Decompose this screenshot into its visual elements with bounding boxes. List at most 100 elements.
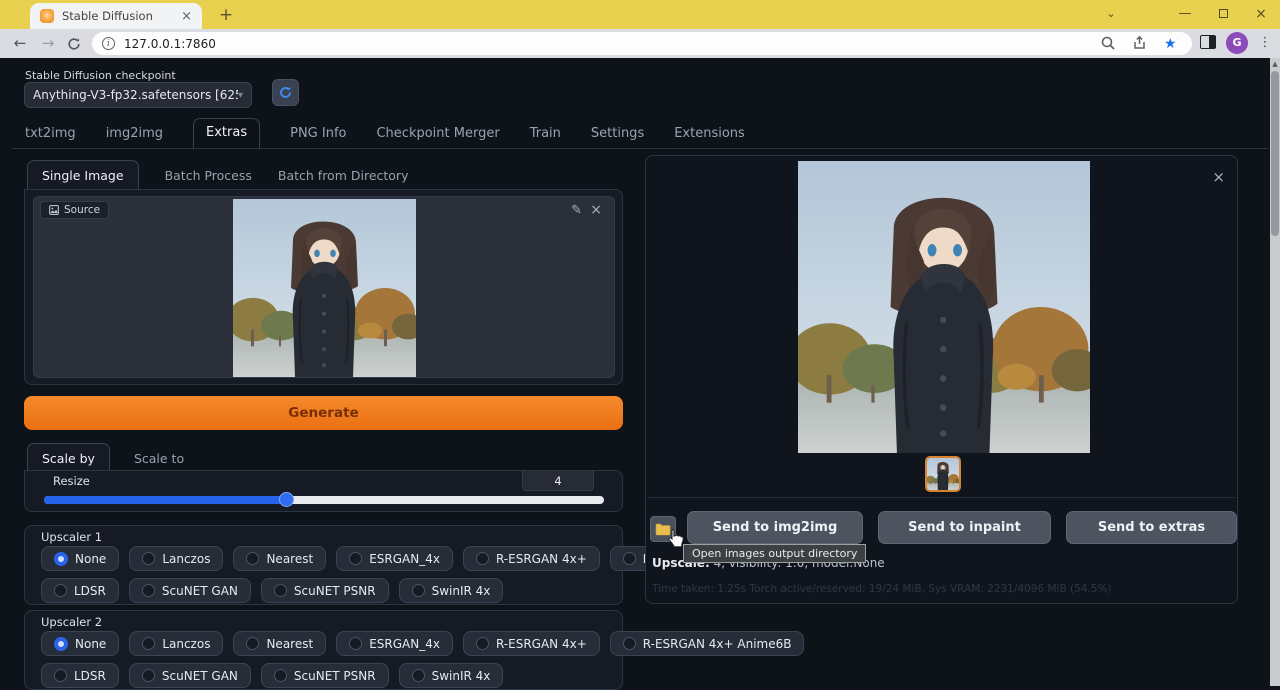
tab-close-icon[interactable]: × [179, 10, 194, 23]
radio-dot-icon [54, 637, 68, 651]
upscaler-1-options-row-2: LDSR ScuNET GAN ScuNET PSNR SwinIR 4x [41, 578, 503, 603]
radio-dot-icon [476, 637, 489, 650]
tooltip: Open images output directory [683, 544, 866, 563]
page-scrollbar[interactable]: ▲ [1270, 58, 1280, 686]
radio-dot-icon [142, 669, 155, 682]
window-menu-icon[interactable]: ⌄ [1098, 4, 1124, 24]
scale-by-panel: Resize 4 [24, 470, 623, 512]
send-to-inpaint-button[interactable]: Send to inpaint [878, 511, 1051, 544]
radio-swinir-4x[interactable]: SwinIR 4x [399, 578, 504, 603]
window-close-button[interactable]: × [1248, 4, 1274, 24]
radio-dot-icon [246, 637, 259, 650]
browser-tab[interactable]: Stable Diffusion × [30, 3, 202, 29]
radio-ldsr[interactable]: LDSR [41, 578, 119, 603]
radio-dot-icon [274, 584, 287, 597]
reload-icon[interactable] [62, 32, 86, 56]
radio-dot-icon [54, 584, 67, 597]
radio-scunet-gan[interactable]: ScuNET GAN [129, 663, 251, 688]
radio-dot-icon [54, 669, 67, 682]
radio-scunet-psnr[interactable]: ScuNET PSNR [261, 578, 389, 603]
resize-slider[interactable] [44, 496, 604, 504]
radio-dot-icon [142, 552, 155, 565]
bookmark-star-icon[interactable]: ★ [1164, 35, 1182, 53]
source-image [233, 199, 416, 377]
radio-ldsr[interactable]: LDSR [41, 663, 119, 688]
source-image-dropzone[interactable]: Source ✎ × [33, 196, 615, 378]
radio-esrgan-4x[interactable]: ESRGAN_4x [336, 631, 453, 656]
scroll-up-arrow-icon[interactable]: ▲ [1270, 58, 1280, 70]
radio-r-esrgan-4x[interactable]: R-ESRGAN 4x+ [463, 546, 600, 571]
scrollbar-thumb[interactable] [1271, 71, 1279, 236]
generate-button[interactable]: Generate [24, 396, 623, 430]
upscaler-2-panel: Upscaler 2 None Lanczos Nearest ESRGAN_4… [24, 610, 623, 690]
radio-nearest[interactable]: Nearest [233, 546, 326, 571]
edit-image-icon[interactable]: ✎ [571, 203, 582, 218]
clear-image-icon[interactable]: × [590, 202, 602, 218]
refresh-checkpoints-button[interactable] [272, 79, 299, 106]
main-tab-bar: txt2img img2img Extras PNG Info Checkpoi… [25, 120, 745, 149]
address-bar[interactable]: i 127.0.0.1:7860 ★ [92, 32, 1192, 55]
radio-dot-icon [476, 552, 489, 565]
upscaler-2-options-row-1: None Lanczos Nearest ESRGAN_4x R-ESRGAN … [41, 631, 804, 656]
radio-nearest[interactable]: Nearest [233, 631, 326, 656]
back-icon[interactable]: ← [8, 32, 32, 56]
radio-scunet-psnr[interactable]: ScuNET PSNR [261, 663, 389, 688]
window-maximize-button[interactable] [1210, 4, 1236, 24]
radio-none[interactable]: None [41, 546, 119, 571]
upscaler-2-options-row-2: LDSR ScuNET GAN ScuNET PSNR SwinIR 4x [41, 663, 503, 688]
result-image[interactable] [798, 161, 1090, 453]
radio-r-esrgan-4x[interactable]: R-ESRGAN 4x+ [463, 631, 600, 656]
url-text[interactable]: 127.0.0.1:7860 [124, 37, 1086, 51]
tab-checkpoint-merger[interactable]: Checkpoint Merger [376, 126, 499, 149]
send-to-extras-button[interactable]: Send to extras [1066, 511, 1237, 544]
chevron-down-icon: ▾ [238, 90, 243, 101]
window-minimize-button[interactable]: — [1172, 4, 1198, 24]
tab-txt2img[interactable]: txt2img [25, 126, 76, 149]
extras-subtab-bar: Single Image Batch Process Batch from Di… [27, 160, 408, 192]
tab-extensions[interactable]: Extensions [674, 126, 745, 149]
forward-icon[interactable]: → [36, 32, 60, 56]
tab-settings[interactable]: Settings [591, 126, 644, 149]
tab-img2img[interactable]: img2img [106, 126, 163, 149]
gallery-close-icon[interactable]: × [1212, 168, 1225, 186]
radio-dot-icon [54, 552, 68, 566]
browser-toolbar: ← → i 127.0.0.1:7860 ★ G ⋮ [0, 29, 1280, 58]
radio-dot-icon [623, 637, 636, 650]
radio-dot-icon [623, 552, 636, 565]
radio-none[interactable]: None [41, 631, 119, 656]
upscaler-1-panel: Upscaler 1 None Lanczos Nearest ESRGAN_4… [24, 525, 623, 605]
radio-dot-icon [142, 637, 155, 650]
new-tab-button[interactable]: + [216, 6, 236, 26]
tab-png-info[interactable]: PNG Info [290, 126, 346, 149]
browser-menu-icon[interactable]: ⋮ [1257, 32, 1273, 54]
source-label: Source [64, 204, 100, 216]
tab-title: Stable Diffusion [62, 9, 179, 23]
radio-swinir-4x[interactable]: SwinIR 4x [399, 663, 504, 688]
radio-lanczos[interactable]: Lanczos [129, 546, 223, 571]
radio-lanczos[interactable]: Lanczos [129, 631, 223, 656]
profile-avatar[interactable]: G [1226, 32, 1248, 54]
tab-divider [12, 148, 1268, 149]
radio-r-esrgan-anime6b[interactable]: R-ESRGAN 4x+ Anime6B [610, 631, 805, 656]
radio-scunet-gan[interactable]: ScuNET GAN [129, 578, 251, 603]
generation-stats-text: Time taken: 1.25s Torch active/reserved:… [652, 583, 1112, 595]
source-chip: Source [40, 201, 109, 219]
tab-train[interactable]: Train [530, 126, 561, 149]
zoom-icon[interactable] [1100, 35, 1118, 53]
radio-esrgan-4x[interactable]: ESRGAN_4x [336, 546, 453, 571]
send-to-img2img-button[interactable]: Send to img2img [687, 511, 863, 544]
browser-tab-strip: Stable Diffusion × + ⌄ — × [0, 0, 1280, 29]
radio-dot-icon [412, 669, 425, 682]
checkpoint-dropdown[interactable]: Anything-V3-fp32.safetensors [625a2ba2] … [24, 82, 252, 108]
result-thumbnail-selected[interactable] [925, 456, 961, 492]
share-icon[interactable] [1132, 35, 1150, 53]
slider-fill [44, 496, 286, 504]
tab-extras[interactable]: Extras [193, 118, 260, 150]
radio-dot-icon [246, 552, 259, 565]
single-image-panel: Source ✎ × [24, 189, 623, 385]
site-info-icon[interactable]: i [102, 37, 115, 50]
side-panel-icon[interactable] [1200, 35, 1216, 49]
image-icon [49, 205, 59, 215]
resize-number-input[interactable]: 4 [522, 471, 594, 491]
slider-handle[interactable] [279, 492, 294, 507]
